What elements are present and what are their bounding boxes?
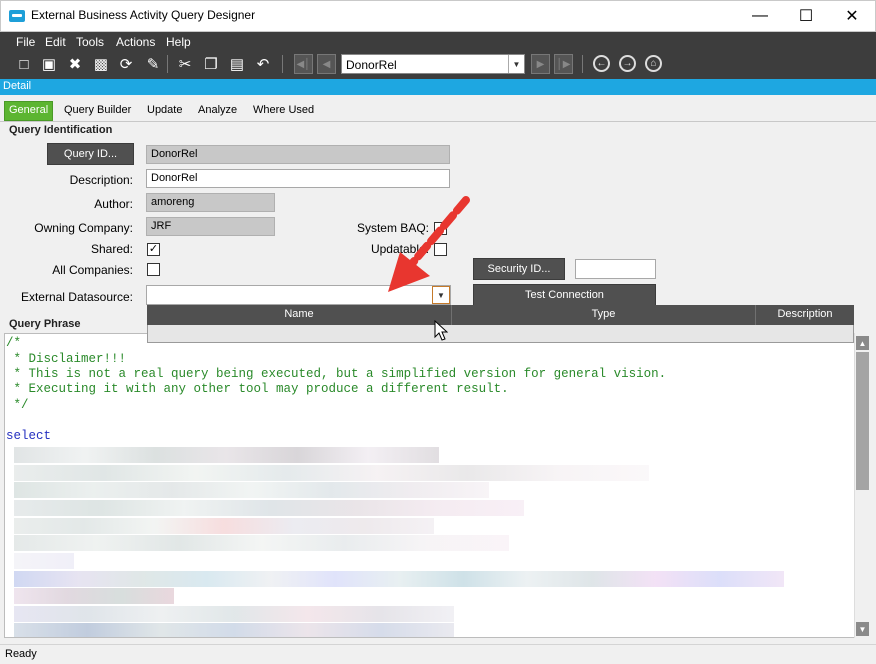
redacted-query-block	[14, 518, 434, 534]
paste-icon[interactable]: ▤	[227, 54, 247, 74]
clear-icon[interactable]: ✎	[143, 54, 163, 74]
window-title: External Business Activity Query Designe…	[31, 8, 256, 22]
menu-actions[interactable]: Actions	[116, 35, 155, 49]
back-arrow-icon[interactable]: ←	[593, 55, 610, 72]
app-icon	[9, 10, 25, 22]
toolbar-separator	[582, 55, 583, 73]
toolbar-separator	[167, 55, 168, 73]
redacted-query-block	[14, 482, 489, 498]
description-field[interactable]: DonorRel	[146, 169, 450, 188]
query-id-button[interactable]: Query ID...	[47, 143, 134, 165]
next-record-button[interactable]: ▶	[531, 54, 550, 74]
description-label: Description:	[69, 173, 133, 187]
security-id-field[interactable]	[575, 259, 656, 279]
author-label: Author:	[94, 197, 133, 211]
column-header-type[interactable]: Type	[452, 308, 755, 320]
record-navigator-value: DonorRel	[346, 58, 397, 72]
tab-divider	[0, 121, 876, 122]
minimize-button[interactable]: —	[737, 0, 783, 31]
tab-general[interactable]: General	[4, 101, 54, 121]
scrollbar-thumb[interactable]	[856, 352, 869, 490]
undo-icon[interactable]: ↶	[253, 54, 273, 74]
tab-analyze[interactable]: Analyze	[194, 101, 241, 121]
column-header-description[interactable]: Description	[756, 308, 854, 320]
redacted-query-block	[14, 606, 454, 622]
cut-icon[interactable]: ✂	[175, 54, 195, 74]
query-phrase-editor[interactable]: /* * Disclaimer!!! * This is not a real …	[4, 333, 855, 638]
query-id-field: DonorRel	[146, 145, 450, 164]
redacted-query-block	[14, 465, 649, 481]
redacted-query-block	[14, 571, 784, 587]
owning-company-label: Owning Company:	[34, 221, 133, 235]
menu-tools[interactable]: Tools	[76, 35, 104, 49]
menu-file[interactable]: File	[16, 35, 35, 49]
delete-icon[interactable]: ✖	[65, 54, 85, 74]
chevron-down-icon[interactable]: ▼	[508, 55, 524, 73]
tab-update[interactable]: Update	[143, 101, 186, 121]
shared-label: Shared:	[90, 242, 133, 256]
new-icon[interactable]: □	[14, 54, 34, 74]
forward-arrow-icon[interactable]: →	[619, 55, 636, 72]
security-id-button[interactable]: Security ID...	[473, 258, 565, 280]
all-companies-checkbox[interactable]	[147, 263, 160, 276]
home-icon[interactable]: ⌂	[645, 55, 662, 72]
status-text: Ready	[5, 648, 37, 660]
previous-record-button[interactable]: ◀	[317, 54, 336, 74]
toolbar-separator	[282, 55, 283, 73]
all-companies-label: All Companies:	[52, 263, 133, 277]
tab-query-builder[interactable]: Query Builder	[60, 101, 135, 121]
copy-icon[interactable]: ❐	[201, 54, 221, 74]
print-icon[interactable]: ▩	[91, 54, 111, 74]
code-comment-line: * Disclaimer!!!	[6, 352, 127, 366]
code-comment-line: */	[6, 398, 29, 412]
status-bar	[0, 644, 876, 664]
owning-company-field: JRF	[146, 217, 275, 236]
redacted-query-block	[14, 623, 454, 637]
code-comment-line: * Executing it with any other tool may p…	[6, 382, 509, 396]
detail-label: Detail	[3, 80, 32, 92]
scroll-up-arrow-icon[interactable]: ▲	[856, 336, 869, 350]
scroll-down-arrow-icon[interactable]: ▼	[856, 622, 869, 636]
shared-checkbox[interactable]: ✓	[147, 243, 160, 256]
menu-help[interactable]: Help	[166, 35, 191, 49]
column-header-name[interactable]: Name	[147, 308, 451, 320]
last-record-button[interactable]: │▶	[554, 54, 573, 74]
code-comment-line: * This is not a real query being execute…	[6, 367, 667, 381]
code-comment-line: /*	[6, 336, 22, 350]
menu-edit[interactable]: Edit	[45, 35, 66, 49]
datasource-dropdown-header: Name Type Description	[147, 305, 854, 325]
close-button[interactable]: ✕	[829, 0, 875, 31]
external-datasource-label: External Datasource:	[20, 290, 133, 304]
maximize-button[interactable]: ☐	[783, 0, 829, 31]
test-connection-button[interactable]: Test Connection	[473, 284, 656, 306]
redacted-query-block	[14, 447, 439, 463]
save-icon[interactable]: ▣	[39, 54, 59, 74]
query-phrase-title: Query Phrase	[9, 318, 81, 330]
first-record-button[interactable]: ◀│	[294, 54, 313, 74]
redacted-query-block	[14, 500, 524, 516]
red-arrow-annotation	[388, 196, 470, 292]
datasource-dropdown-empty-row[interactable]	[147, 325, 854, 343]
record-navigator-combo[interactable]: DonorRel ▼	[341, 54, 525, 74]
redacted-query-block	[14, 535, 509, 551]
author-field: amoreng	[146, 193, 275, 212]
detail-bar	[0, 79, 876, 95]
code-select-keyword: select	[6, 429, 52, 443]
mouse-cursor-icon	[434, 320, 448, 341]
tab-where-used[interactable]: Where Used	[249, 101, 318, 121]
redacted-query-block	[14, 553, 74, 569]
refresh-icon[interactable]: ⟳	[116, 54, 136, 74]
redacted-query-block	[14, 588, 174, 604]
query-identification-title: Query Identification	[9, 124, 113, 136]
